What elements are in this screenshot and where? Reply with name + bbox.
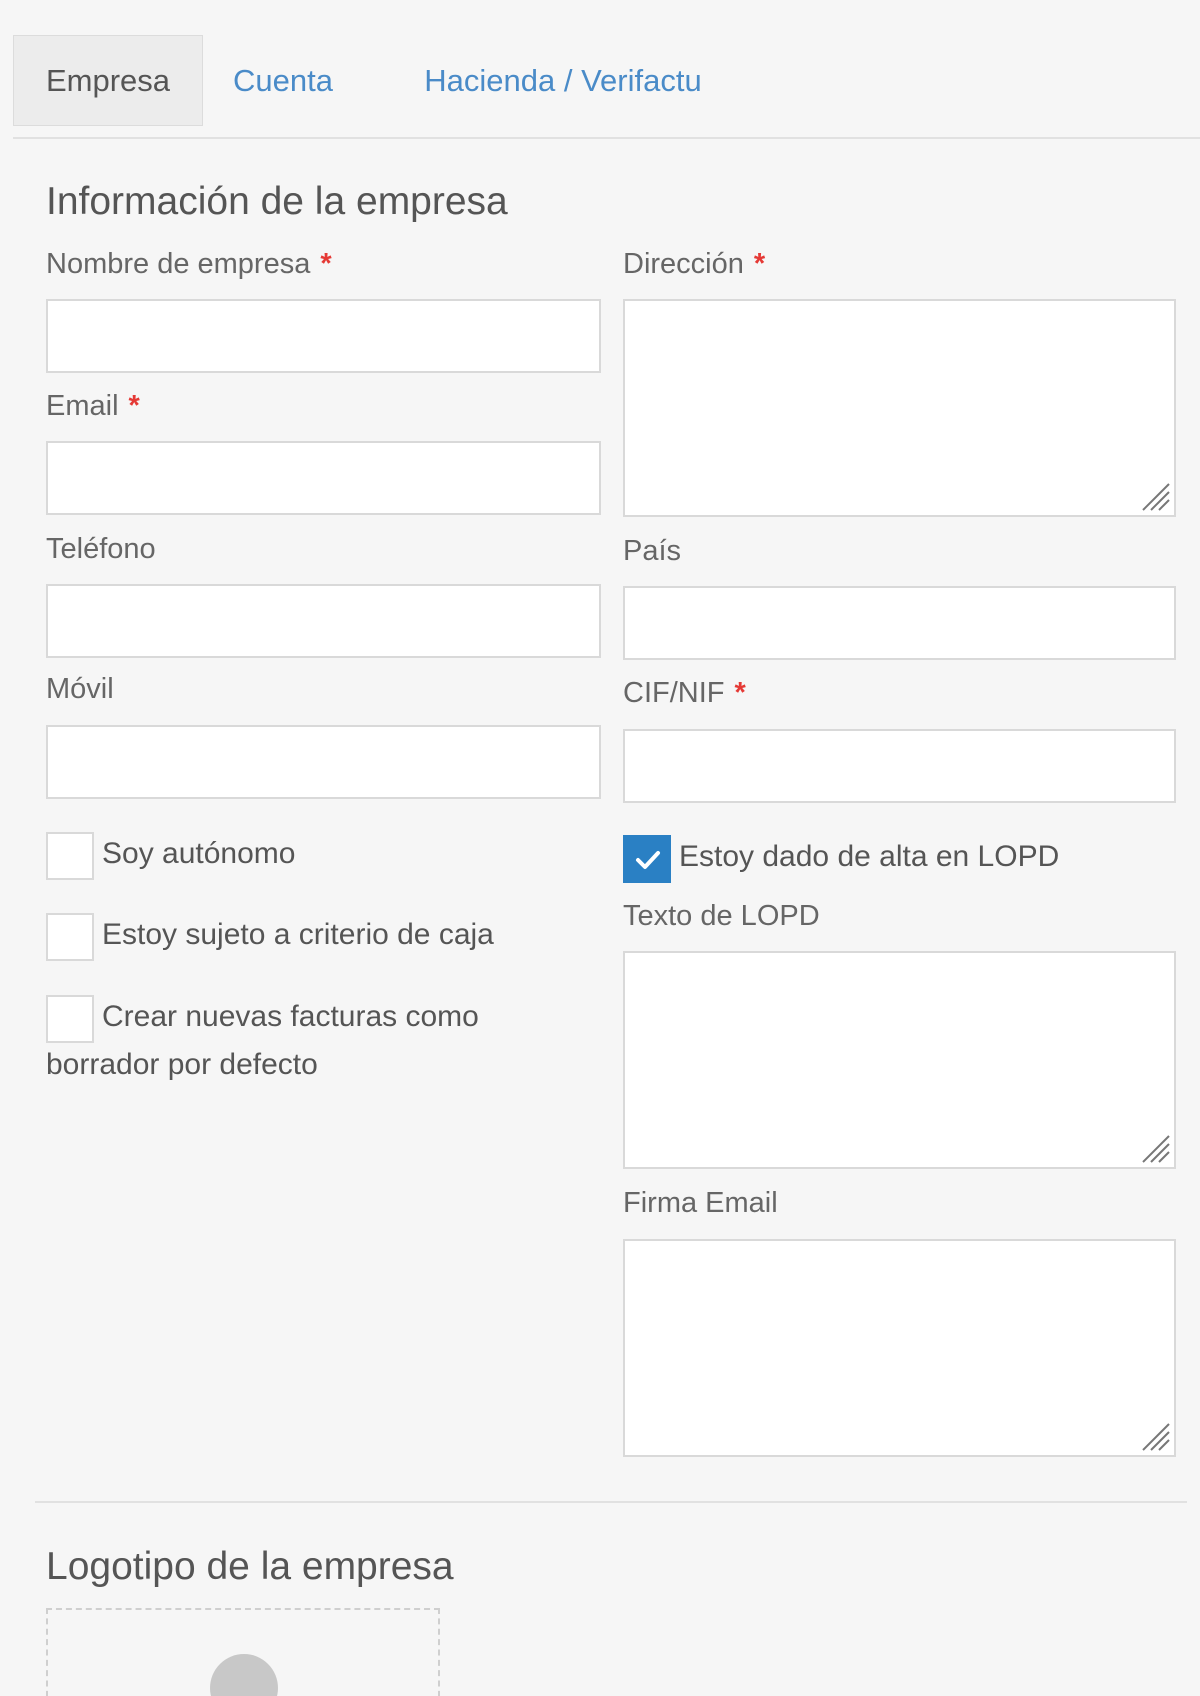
phone-input[interactable] bbox=[46, 584, 601, 658]
country-input[interactable] bbox=[623, 586, 1176, 660]
checkmark-icon bbox=[636, 851, 660, 869]
tab-empresa[interactable]: Empresa bbox=[13, 35, 203, 126]
lopd-text-textarea[interactable] bbox=[623, 951, 1176, 1169]
logo-upload-dropzone[interactable] bbox=[46, 1608, 440, 1696]
company-info-title: Información de la empresa bbox=[46, 180, 508, 223]
email-input[interactable] bbox=[46, 441, 601, 515]
tab-cuenta[interactable]: Cuenta bbox=[223, 35, 343, 126]
email-signature-textarea[interactable] bbox=[623, 1239, 1176, 1457]
section-divider bbox=[35, 1501, 1187, 1503]
country-label: País bbox=[623, 535, 682, 567]
required-mark: * bbox=[734, 677, 746, 709]
tax-id-input[interactable] bbox=[623, 729, 1176, 803]
self-employed-checkbox[interactable] bbox=[46, 832, 94, 880]
address-label: Dirección * bbox=[623, 248, 766, 280]
logo-section-title: Logotipo de la empresa bbox=[46, 1545, 454, 1588]
lopd-registered-checkbox[interactable] bbox=[623, 835, 671, 883]
self-employed-label: Soy autónomo bbox=[102, 837, 296, 870]
lopd-text-label: Texto de LOPD bbox=[623, 900, 820, 932]
tab-bar: Empresa Cuenta Hacienda / Verifactu bbox=[13, 35, 1200, 139]
email-signature-label: Firma Email bbox=[623, 1187, 778, 1219]
required-mark: * bbox=[128, 390, 140, 422]
company-settings-page: Empresa Cuenta Hacienda / Verifactu Info… bbox=[0, 0, 1200, 1696]
lopd-registered-label: Estoy dado de alta en LOPD bbox=[679, 840, 1060, 873]
required-mark: * bbox=[320, 248, 332, 280]
cash-criterion-checkbox[interactable] bbox=[46, 913, 94, 961]
draft-default-label-line1: Crear nuevas facturas como bbox=[102, 1000, 479, 1033]
company-name-input[interactable] bbox=[46, 299, 601, 373]
mobile-label: Móvil bbox=[46, 673, 114, 705]
draft-default-checkbox[interactable] bbox=[46, 995, 94, 1043]
email-label: Email * bbox=[46, 390, 140, 422]
address-textarea[interactable] bbox=[623, 299, 1176, 517]
draft-default-label-line2: borrador por defecto bbox=[46, 1048, 318, 1081]
required-mark: * bbox=[753, 248, 766, 280]
mobile-input[interactable] bbox=[46, 725, 601, 799]
cash-criterion-label: Estoy sujeto a criterio de caja bbox=[102, 918, 494, 951]
company-name-label: Nombre de empresa * bbox=[46, 248, 332, 280]
tax-id-label: CIF/NIF * bbox=[623, 677, 746, 709]
logo-placeholder-icon bbox=[210, 1654, 278, 1696]
tab-hacienda-verifactu[interactable]: Hacienda / Verifactu bbox=[403, 35, 723, 126]
phone-label: Teléfono bbox=[46, 533, 156, 565]
